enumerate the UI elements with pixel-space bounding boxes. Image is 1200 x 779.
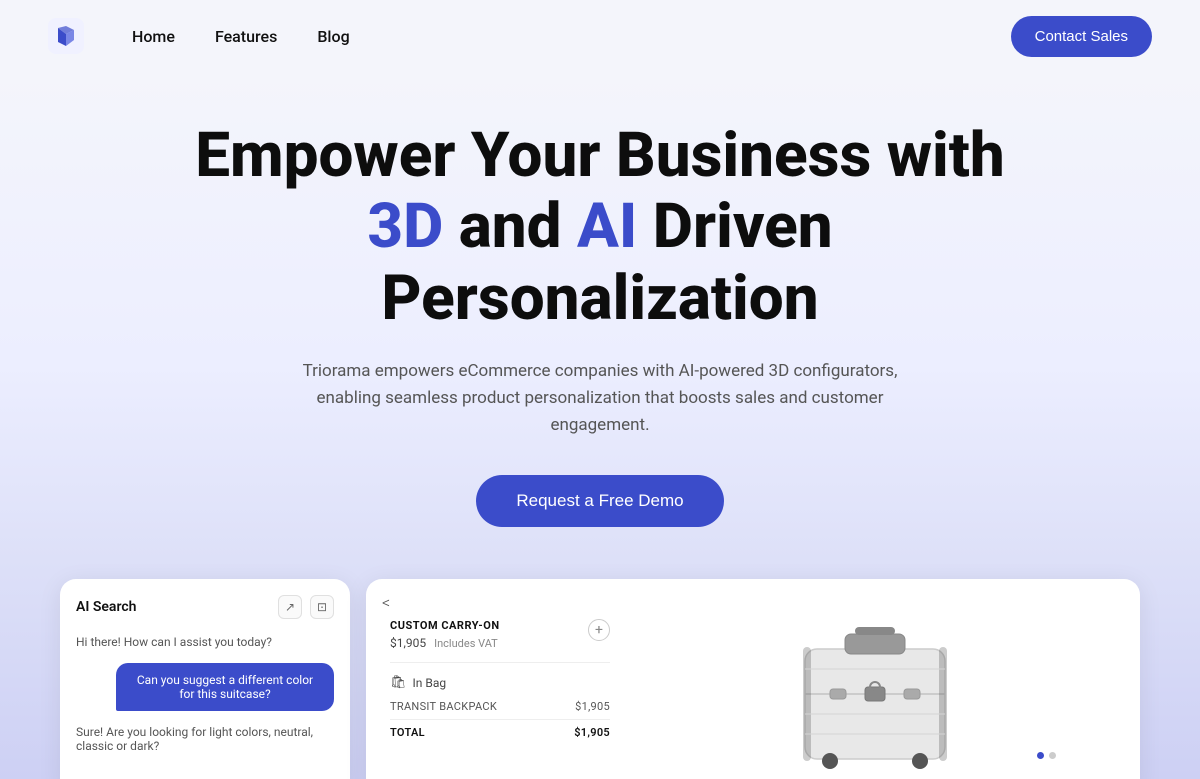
hero-title: Empower Your Business with 3D and AI Dri… bbox=[160, 120, 1040, 334]
product-info: CUSTOM CARRY-ON $1,905 Includes VAT + 🛍 … bbox=[390, 599, 610, 769]
nav-links: Home Features Blog bbox=[132, 27, 1011, 46]
ai-greeting: Hi there! How can I assist you today? bbox=[76, 635, 334, 649]
navbar: Home Features Blog Contact Sales bbox=[0, 0, 1200, 72]
product-vat: Includes VAT bbox=[434, 637, 498, 650]
dot-indicator bbox=[1037, 752, 1056, 759]
item-row: TRANSIT BACKPACK $1,905 bbox=[390, 700, 610, 713]
divider1 bbox=[390, 662, 610, 663]
product-price: $1,905 bbox=[390, 636, 426, 650]
item-price: $1,905 bbox=[575, 700, 610, 713]
nav-link-blog[interactable]: Blog bbox=[317, 27, 349, 46]
product-price-row: $1,905 Includes VAT bbox=[390, 636, 500, 650]
ai-card-title: AI Search bbox=[76, 599, 136, 615]
ai-icon-expand[interactable]: ⊡ bbox=[310, 595, 334, 619]
hero-subtitle: Triorama empowers eCommerce companies wi… bbox=[280, 358, 920, 440]
hero-title-and: and bbox=[443, 190, 577, 263]
ai-reply-text: Sure! Are you looking for light colors, … bbox=[76, 725, 334, 753]
item-name: TRANSIT BACKPACK bbox=[390, 700, 497, 713]
contact-sales-button[interactable]: Contact Sales bbox=[1011, 16, 1152, 57]
nav-link-features[interactable]: Features bbox=[215, 27, 277, 46]
in-bag-row: 🛍 In Bag bbox=[390, 675, 610, 690]
ai-user-bubble: Can you suggest a different color for th… bbox=[116, 663, 334, 711]
request-demo-button[interactable]: Request a Free Demo bbox=[476, 475, 723, 527]
ai-card-header: AI Search ↗ ⊡ bbox=[76, 595, 334, 619]
dot-1 bbox=[1037, 752, 1044, 759]
hero-section: Empower Your Business with 3D and AI Dri… bbox=[0, 72, 1200, 559]
total-label: TOTAL bbox=[390, 726, 425, 739]
ai-icon-share[interactable]: ↗ bbox=[278, 595, 302, 619]
logo bbox=[48, 18, 84, 54]
hero-title-ai: AI bbox=[577, 190, 637, 263]
suitcase-image bbox=[775, 599, 975, 769]
hero-title-line1: Empower Your Business with bbox=[195, 119, 1004, 192]
product-add-button[interactable]: + bbox=[588, 619, 610, 641]
preview-section: AI Search ↗ ⊡ Hi there! How can I assist… bbox=[0, 559, 1200, 779]
product-image-area bbox=[634, 599, 1116, 769]
product-card: < CUSTOM CARRY-ON $1,905 Includes VAT + … bbox=[366, 579, 1140, 779]
nav-link-home[interactable]: Home bbox=[132, 27, 175, 46]
in-bag-label: In Bag bbox=[413, 676, 447, 690]
dot-2 bbox=[1049, 752, 1056, 759]
product-back-button[interactable]: < bbox=[382, 593, 390, 612]
total-price: $1,905 bbox=[574, 726, 610, 739]
bag-icon: 🛍 bbox=[390, 675, 407, 690]
total-row: TOTAL $1,905 bbox=[390, 719, 610, 739]
product-name: CUSTOM CARRY-ON bbox=[390, 619, 500, 632]
preview-cards: AI Search ↗ ⊡ Hi there! How can I assist… bbox=[0, 579, 1200, 779]
ai-search-card: AI Search ↗ ⊡ Hi there! How can I assist… bbox=[60, 579, 350, 779]
hero-title-3d: 3D bbox=[367, 190, 443, 263]
ai-card-icons: ↗ ⊡ bbox=[278, 595, 334, 619]
